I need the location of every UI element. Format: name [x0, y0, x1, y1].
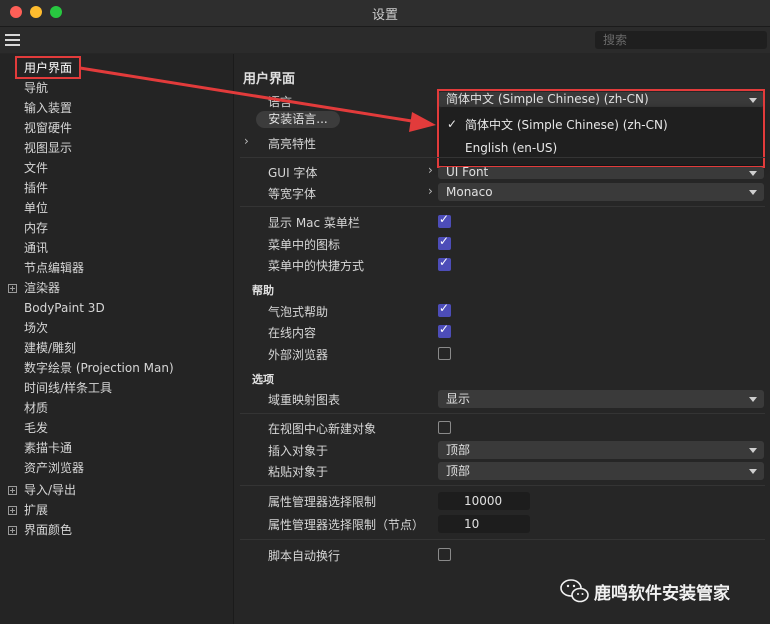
brand-name: 鹿鸣软件安装管家: [594, 584, 730, 604]
attr-limit-label: 属性管理器选择限制: [268, 495, 377, 509]
insert-at-value: 顶部: [446, 443, 471, 457]
gui-font-dropdown[interactable]: UI Font: [438, 165, 764, 179]
chevron-down-icon: [749, 448, 757, 453]
divider: [240, 206, 765, 207]
script-wrap-checkbox[interactable]: [438, 548, 451, 561]
mono-font-value: Monaco: [446, 185, 493, 199]
chevron-down-icon: [749, 397, 757, 402]
sidebar-item-interface-colors[interactable]: 界面颜色: [24, 520, 72, 540]
gui-font-value: UI Font: [446, 165, 489, 179]
sidebar-item-materials[interactable]: 材质: [24, 398, 48, 418]
domain-map-value: 显示: [446, 392, 471, 406]
sidebar: 用户界面 导航 输入装置 视窗硬件 视图显示 文件 插件 单位 内存 通讯 节点…: [0, 54, 234, 624]
insert-at-label: 插入对象于: [268, 444, 329, 458]
highlight-box-sidebar: [15, 56, 81, 79]
wechat-logo-icon: [560, 579, 589, 603]
paste-at-dropdown[interactable]: 顶部: [438, 462, 764, 480]
sidebar-item-units[interactable]: 单位: [24, 198, 48, 218]
divider: [240, 157, 765, 158]
chevron-right-icon[interactable]: ›: [244, 134, 249, 148]
install-language-button[interactable]: 安装语言...: [256, 111, 340, 128]
options-section-title: 选项: [252, 373, 274, 386]
hamburger-menu-icon[interactable]: [5, 34, 20, 46]
chevron-down-icon: [749, 171, 757, 176]
sidebar-item-memory[interactable]: 内存: [24, 218, 48, 238]
sidebar-item-import-export[interactable]: 导入/导出: [24, 480, 76, 500]
attr-limit-nodes-input[interactable]: 10: [438, 515, 530, 533]
divider: [240, 413, 765, 414]
sidebar-item-view-display[interactable]: 视图显示: [24, 138, 72, 158]
divider: [240, 539, 765, 540]
divider: [240, 485, 765, 486]
external-browser-label: 外部浏览器: [268, 348, 329, 362]
menu-shortcuts-checkbox[interactable]: [438, 255, 451, 271]
highlight-features-label[interactable]: 高亮特性: [268, 135, 316, 152]
attr-limit-input[interactable]: 10000: [438, 492, 530, 510]
paste-at-label: 粘贴对象于: [268, 465, 329, 479]
sidebar-item-bodypaint[interactable]: BodyPaint 3D: [24, 298, 105, 318]
sidebar-item-extensions[interactable]: 扩展: [24, 500, 48, 520]
help-section-title: 帮助: [252, 284, 274, 297]
sidebar-item-modeling-sculpting[interactable]: 建模/雕刻: [24, 338, 76, 358]
mono-font-label: 等宽字体: [268, 187, 317, 201]
sidebar-item-viewport-hardware[interactable]: 视窗硬件: [24, 118, 72, 138]
sidebar-item-takes[interactable]: 场次: [24, 318, 48, 338]
attr-limit-nodes-label: 属性管理器选择限制（节点）: [268, 518, 425, 532]
window-title: 设置: [371, 8, 398, 23]
menu-shortcuts-label: 菜单中的快捷方式: [268, 259, 365, 273]
sidebar-item-navigation[interactable]: 导航: [24, 78, 48, 98]
menu-icons-checkbox[interactable]: [438, 234, 451, 250]
insert-at-dropdown[interactable]: 顶部: [438, 441, 764, 459]
domain-map-dropdown[interactable]: 显示: [438, 390, 764, 408]
bubble-help-label: 气泡式帮助: [268, 305, 329, 319]
external-browser-checkbox[interactable]: [438, 347, 451, 360]
sidebar-item-hair[interactable]: 毛发: [24, 418, 48, 438]
online-content-checkbox[interactable]: [438, 322, 451, 338]
mac-menubar-checkbox[interactable]: [438, 212, 451, 228]
sidebar-item-asset-browser[interactable]: 资产浏览器: [24, 458, 84, 478]
mono-font-dropdown[interactable]: Monaco: [438, 183, 764, 201]
sidebar-item-files[interactable]: 文件: [24, 158, 48, 178]
online-content-label: 在线内容: [268, 326, 317, 340]
toolbar: 搜索: [0, 27, 770, 53]
chevron-right-icon[interactable]: ›: [428, 184, 433, 198]
domain-map-label: 域重映射图表: [268, 393, 341, 407]
gui-font-label: GUI 字体: [268, 166, 318, 180]
paste-at-value: 顶部: [446, 464, 471, 478]
sidebar-item-sketch-toon[interactable]: 素描卡通: [24, 438, 72, 458]
sidebar-item-input-devices[interactable]: 输入装置: [24, 98, 72, 118]
language-label: 语言: [268, 95, 293, 109]
expand-interface-colors-icon[interactable]: [8, 526, 17, 535]
mac-menubar-label: 显示 Mac 菜单栏: [268, 216, 360, 230]
sidebar-item-projection-man[interactable]: 数字绘景 (Projection Man): [24, 358, 174, 378]
script-wrap-label: 脚本自动换行: [268, 549, 341, 563]
expand-import-export-icon[interactable]: [8, 486, 17, 495]
menu-icons-label: 菜单中的图标: [268, 238, 341, 252]
chevron-right-icon[interactable]: ›: [428, 163, 433, 177]
sidebar-item-node-editor[interactable]: 节点编辑器: [24, 258, 84, 278]
search-input[interactable]: 搜索: [595, 31, 767, 49]
create-at-center-label: 在视图中心新建对象: [268, 422, 377, 436]
create-at-center-checkbox[interactable]: [438, 421, 451, 434]
title-bar: 设置: [0, 0, 770, 27]
page-title: 用户界面: [243, 72, 296, 87]
sidebar-item-timeline-spline[interactable]: 时间线/样条工具: [24, 378, 112, 398]
expand-renderer-icon[interactable]: [8, 284, 17, 293]
sidebar-item-renderer[interactable]: 渲染器: [24, 278, 60, 298]
chevron-down-icon: [749, 190, 757, 195]
bubble-help-checkbox[interactable]: [438, 301, 451, 317]
sidebar-item-communication[interactable]: 通讯: [24, 238, 48, 258]
expand-extensions-icon[interactable]: [8, 506, 17, 515]
chevron-down-icon: [749, 469, 757, 474]
sidebar-item-plugins[interactable]: 插件: [24, 178, 48, 198]
